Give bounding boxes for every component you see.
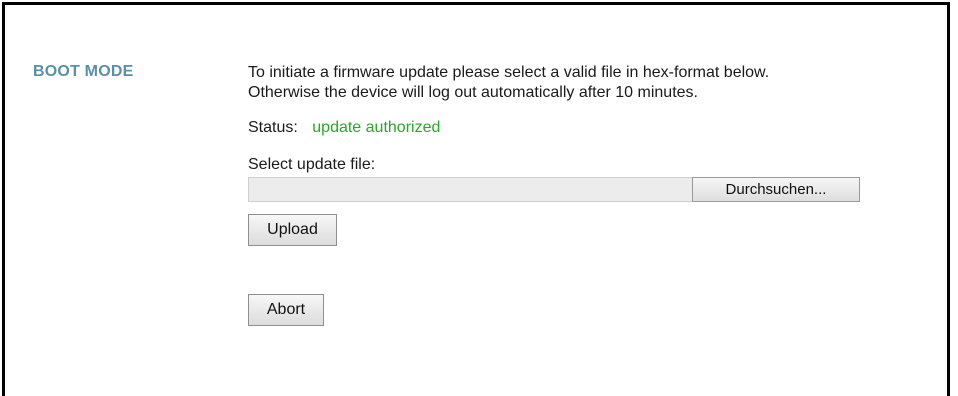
boot-mode-panel: To initiate a firmware update please sel…	[248, 63, 928, 326]
intro-text: To initiate a firmware update please sel…	[248, 63, 928, 103]
status-value: update authorized	[312, 119, 441, 136]
file-input-row: Durchsuchen...	[248, 177, 928, 202]
intro-line-2: Otherwise the device will log out automa…	[248, 84, 698, 101]
status-label: Status:	[248, 119, 298, 136]
file-select-label: Select update file:	[248, 156, 376, 173]
status-row: Status: update authorized	[248, 118, 928, 138]
intro-line-1: To initiate a firmware update please sel…	[248, 64, 770, 81]
abort-button[interactable]: Abort	[248, 294, 324, 326]
browse-button[interactable]: Durchsuchen...	[692, 177, 860, 202]
upload-button[interactable]: Upload	[248, 214, 337, 246]
section-title: BOOT MODE	[33, 63, 134, 80]
file-path-field[interactable]	[248, 177, 692, 202]
